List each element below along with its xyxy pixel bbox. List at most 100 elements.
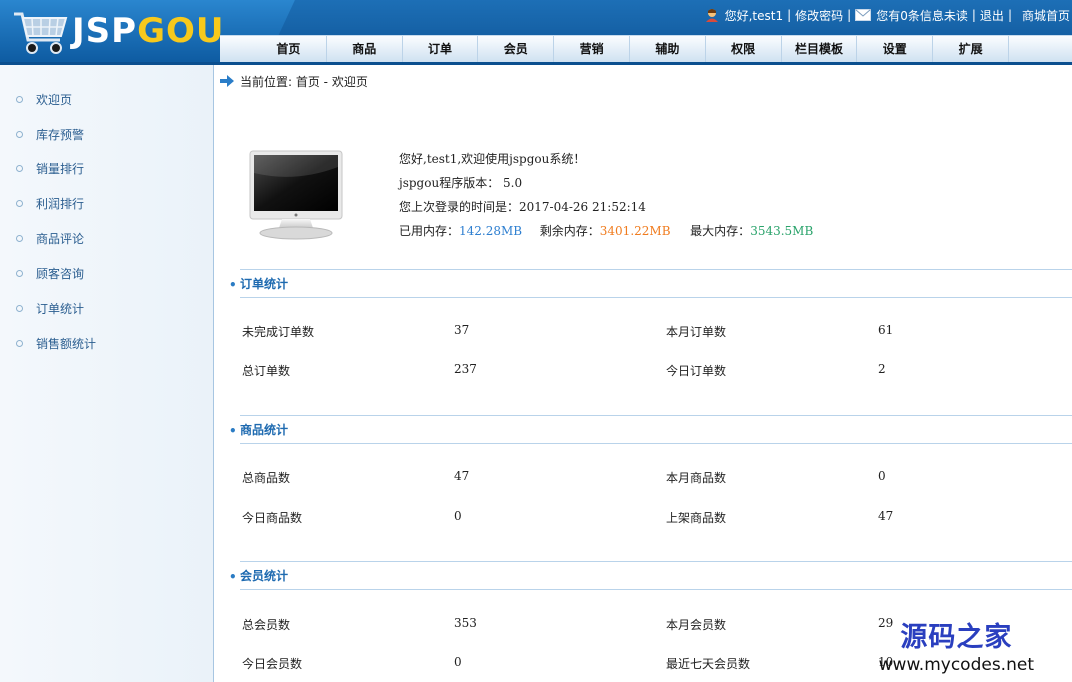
stat-label: 上架商品数	[666, 511, 727, 525]
section-product-stats: • 商品统计	[229, 415, 1072, 444]
stat-label: 最近七天会员数	[666, 657, 751, 671]
stat-label: 本月会员数	[666, 618, 727, 632]
section-member-stats: • 会员统计	[229, 561, 1072, 590]
watermark-cn: 源码之家	[900, 622, 1013, 653]
sidebar-item-label: 销量排行	[36, 161, 85, 176]
breadcrumb-text: 当前位置: 首页 - 欢迎页	[240, 74, 368, 89]
sidebar-item-label: 欢迎页	[36, 92, 73, 107]
stat-value: 0	[454, 655, 462, 669]
sidebar-item-sales-rank[interactable]: 销量排行	[0, 158, 214, 178]
watermark-url: www.mycodes.net	[878, 655, 1034, 675]
change-password-link[interactable]: 修改密码	[795, 7, 843, 24]
nav-item-products[interactable]: 商品	[327, 36, 403, 62]
section-title: 会员统计	[240, 569, 289, 583]
nav-item-orders[interactable]: 订单	[403, 36, 479, 62]
bullet-icon	[16, 269, 23, 277]
mem-max-label: 最大内存：	[690, 224, 751, 238]
msg-suffix: 条信息未读	[907, 8, 968, 23]
sidebar-item-consult[interactable]: 顾客咨询	[0, 263, 214, 283]
sidebar-item-stock-alert[interactable]: 库存预警	[0, 124, 214, 144]
bullet-icon	[16, 199, 23, 207]
stat-label: 本月订单数	[666, 325, 727, 339]
sidebar-item-sales-stats[interactable]: 销售额统计	[0, 333, 214, 353]
bullet-icon	[16, 95, 23, 103]
stat-label: 未完成订单数	[242, 325, 315, 339]
top-links: 您好,test1 | 修改密码 | 您有0条信息未读 | 退出 | 商城首页	[704, 6, 1072, 24]
bullet-dot: •	[229, 278, 237, 292]
main-nav: 首页 商品 订单 会员 营销 辅助 权限 栏目模板 设置 扩展	[220, 35, 1072, 62]
stat-label: 总会员数	[242, 618, 291, 632]
separator: |	[847, 8, 852, 22]
nav-item-auxiliary[interactable]: 辅助	[630, 36, 706, 62]
header: JSPGOU 您好,test1 | 修改密码 | 您有0条信息未读 | 退出 |…	[0, 0, 1072, 64]
nav-item-marketing[interactable]: 营销	[554, 36, 630, 62]
welcome-line: 您好,test1,欢迎使用jspgou系统！	[399, 152, 586, 166]
mem-max-value: 3543.5MB	[750, 224, 814, 238]
nav-item-home[interactable]: 首页	[251, 36, 327, 62]
separator: |	[971, 8, 976, 22]
version-line: jspgou程序版本： 5.0	[399, 176, 523, 190]
stat-value: 47	[454, 469, 470, 483]
bullet-icon	[16, 130, 23, 138]
section-title: 订单统计	[240, 277, 289, 291]
stat-value: 237	[454, 362, 477, 376]
sidebar-item-label: 库存预警	[36, 127, 85, 142]
separator: |	[787, 8, 792, 22]
stat-value: 0	[878, 469, 886, 483]
sidebar-item-label: 顾客咨询	[36, 266, 85, 281]
mem-used-label: 已用内存：	[399, 224, 460, 238]
watermark: 源码之家 www.mycodes.net	[879, 622, 1034, 676]
nav-item-permissions[interactable]: 权限	[706, 36, 782, 62]
bullet-icon	[16, 164, 23, 172]
msg-prefix: 您有	[876, 8, 901, 23]
sidebar-item-profit-rank[interactable]: 利润排行	[0, 193, 214, 213]
bullet-dot: •	[229, 570, 237, 584]
memory-line: 已用内存：142.28MB 剩余内存：3401.22MB 最大内存：3543.5…	[399, 222, 813, 246]
section-order-stats: • 订单统计	[229, 269, 1072, 298]
mem-free-value: 3401.22MB	[599, 224, 671, 238]
mem-used-value: 142.28MB	[459, 224, 523, 238]
sidebar-item-label: 订单统计	[36, 301, 85, 316]
mem-free-label: 剩余内存：	[539, 224, 600, 238]
stat-value: 0	[454, 509, 462, 523]
stat-label: 今日会员数	[242, 657, 303, 671]
nav-item-members[interactable]: 会员	[478, 36, 555, 62]
nav-item-templates[interactable]: 栏目模板	[782, 36, 858, 62]
logo[interactable]: JSPGOU	[0, 0, 250, 64]
stat-value: 37	[454, 323, 470, 337]
stat-label: 本月商品数	[666, 471, 727, 485]
sidebar-item-welcome[interactable]: 欢迎页	[0, 89, 214, 109]
sidebar-item-label: 销售额统计	[36, 336, 97, 351]
stat-label: 今日订单数	[666, 364, 727, 378]
logout-link[interactable]: 退出	[980, 7, 1004, 24]
logo-text: JSPGOU	[72, 11, 224, 51]
stat-value: 353	[454, 616, 477, 630]
sidebar: 欢迎页 库存预警 销量排行 利润排行 商品评论 顾客咨询 订单统计 销售额统计	[0, 65, 214, 682]
stat-label: 总订单数	[242, 364, 291, 378]
bullet-icon	[16, 234, 23, 242]
user-icon	[705, 9, 718, 22]
shop-home-link[interactable]: 商城首页	[1022, 7, 1070, 24]
bullet-icon	[16, 339, 23, 347]
stat-value: 47	[878, 509, 894, 523]
logo-text-jsp: JSP	[72, 11, 138, 51]
shopping-cart-icon	[14, 12, 68, 54]
section-title: 商品统计	[240, 423, 289, 437]
bullet-icon	[16, 304, 23, 312]
sidebar-item-label: 商品评论	[36, 231, 85, 246]
sidebar-item-reviews[interactable]: 商品评论	[0, 228, 214, 248]
stat-label: 总商品数	[242, 471, 291, 485]
monitor-icon	[249, 150, 343, 240]
nav-item-settings[interactable]: 设置	[857, 36, 934, 62]
msg-count: 0	[900, 8, 908, 23]
nav-item-extensions[interactable]: 扩展	[933, 36, 1009, 62]
breadcrumb: 当前位置: 首页 - 欢迎页	[220, 72, 368, 90]
main-content: 当前位置: 首页 - 欢迎页 您好,test1,欢迎使用jspgou系统！ js…	[215, 65, 1072, 682]
mail-icon	[855, 9, 872, 21]
separator: |	[1007, 8, 1012, 22]
welcome-panel: 您好,test1,欢迎使用jspgou系统！ jspgou程序版本： 5.0 您…	[399, 150, 813, 246]
messages-link[interactable]: 您有0条信息未读	[876, 7, 968, 24]
stat-value: 2	[878, 362, 886, 376]
sidebar-item-order-stats[interactable]: 订单统计	[0, 298, 214, 318]
stat-label: 今日商品数	[242, 511, 303, 525]
